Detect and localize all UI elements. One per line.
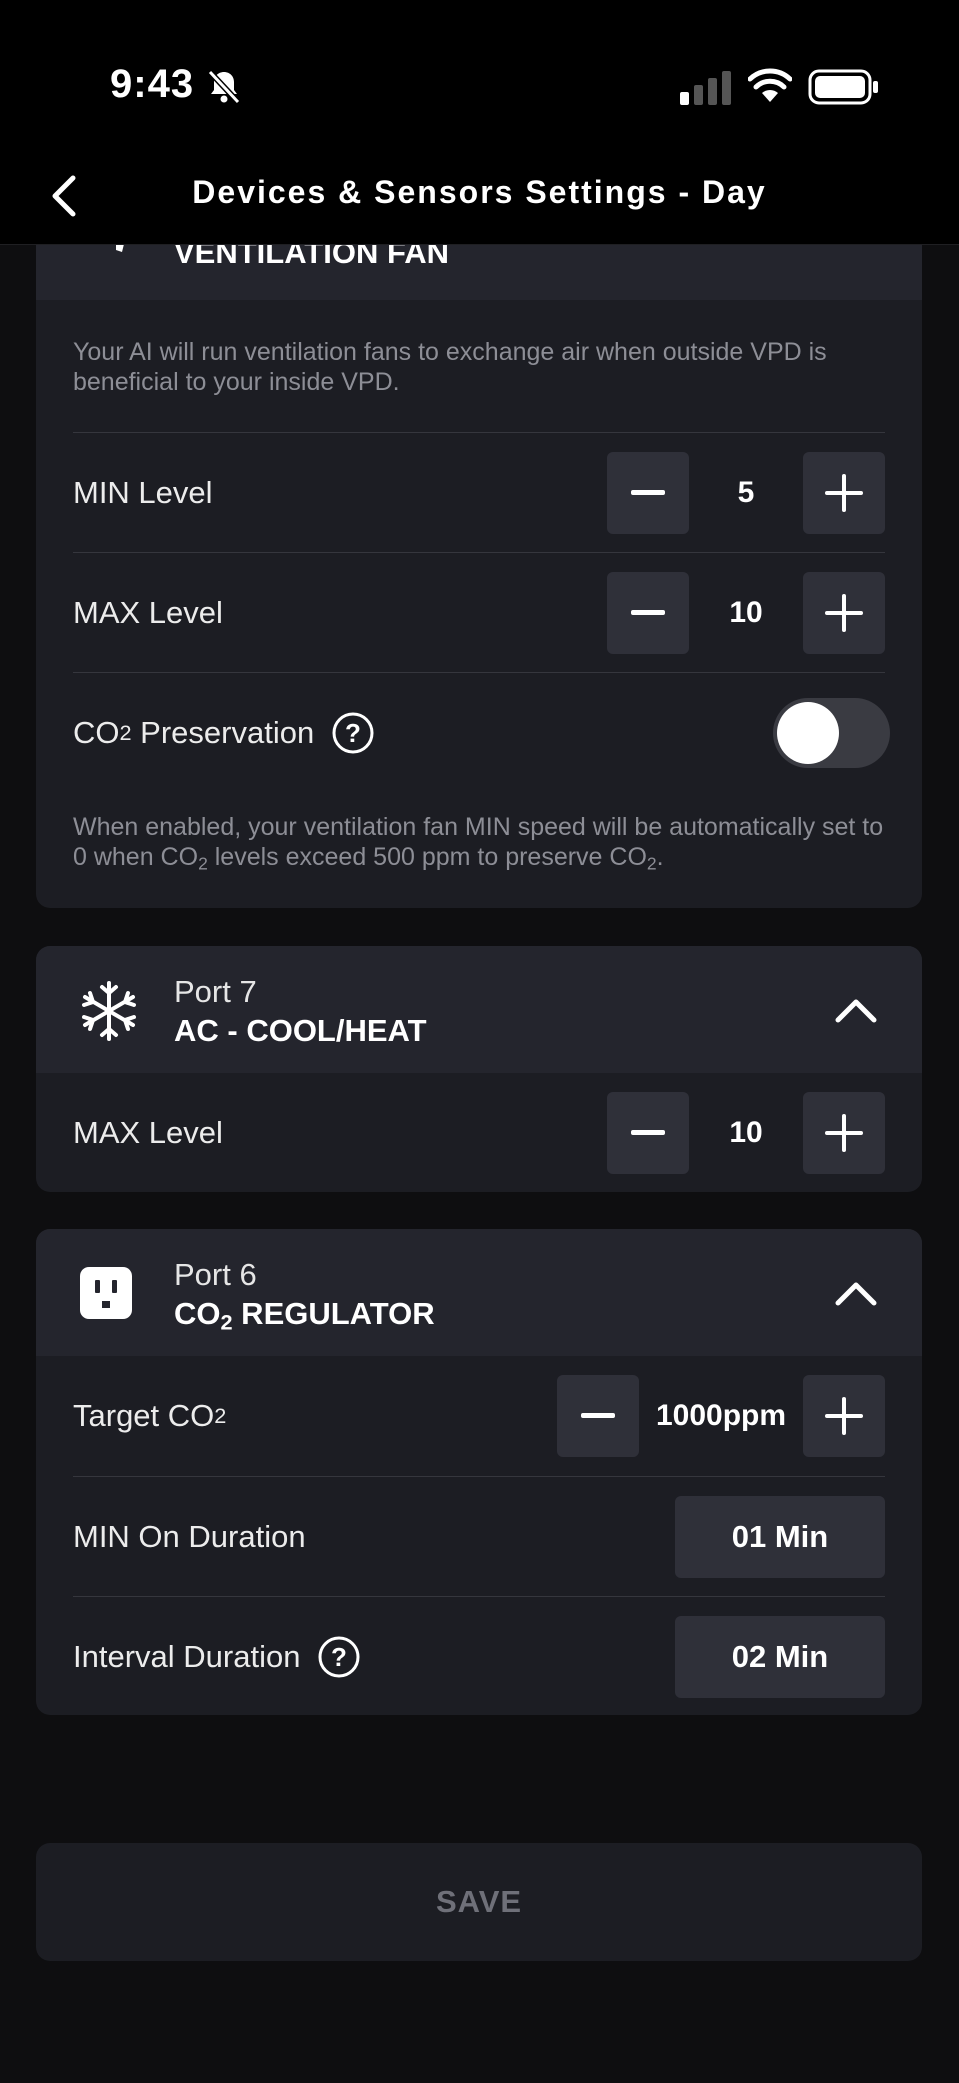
min-level-label: MIN Level: [73, 475, 213, 510]
min-on-duration-label: MIN On Duration: [73, 1519, 306, 1554]
co2-preservation-label: CO 2 Preservation ?: [73, 673, 374, 793]
co2-card-name: CO2 REGULATOR: [174, 1296, 435, 1335]
co2-note-part2: levels exceed 500 ppm to preserve CO: [207, 843, 647, 871]
min-level-row: MIN Level 5: [73, 432, 885, 552]
interval-duration-label: Interval Duration ?: [73, 1597, 360, 1715]
cellular-signal-icon: [680, 71, 731, 105]
co2-card-header[interactable]: Port 6 CO2 REGULATOR: [36, 1229, 922, 1356]
target-co2-increment-button[interactable]: [803, 1375, 885, 1457]
min-on-duration-picker[interactable]: 01 Min: [675, 1496, 885, 1578]
ac-max-level-row: MAX Level 10: [73, 1073, 885, 1192]
co2-card-name-sub: 2: [220, 1309, 233, 1335]
max-level-decrement-button[interactable]: [607, 572, 689, 654]
wifi-icon: [748, 68, 792, 102]
ac-card: Port 7 AC - COOL/HEAT MAX Level 10: [36, 946, 922, 1192]
min-level-value: 5: [737, 476, 755, 509]
ac-max-level-label: MAX Level: [73, 1115, 223, 1150]
nav-header: Devices & Sensors Settings - Day: [0, 160, 959, 245]
toggle-knob: [777, 702, 839, 764]
co2-note-part3: .: [656, 843, 664, 871]
co2-preservation-label-suffix: Preservation: [131, 715, 315, 750]
co2-regulator-card: Port 6 CO2 REGULATOR Target CO 2 1000ppm …: [36, 1229, 922, 1715]
plus-icon: [825, 474, 863, 512]
interval-duration-label-text: Interval Duration: [73, 1639, 301, 1674]
status-bar: 9:43: [0, 0, 959, 160]
max-level-label: MAX Level: [73, 595, 223, 630]
chevron-up-icon[interactable]: [834, 996, 878, 1026]
max-level-row: MAX Level 10: [73, 552, 885, 672]
min-level-decrement-button[interactable]: [607, 452, 689, 534]
co2-preservation-row: CO 2 Preservation ?: [73, 672, 890, 793]
ac-port-label: Port 7: [174, 974, 257, 1009]
plus-icon: [825, 1397, 863, 1435]
outlet-icon: [80, 1267, 132, 1319]
interval-duration-row: Interval Duration ? 02 Min: [73, 1596, 885, 1715]
svg-text:?: ?: [332, 1642, 348, 1672]
target-co2-value: 1000ppm: [655, 1399, 787, 1432]
ventilation-description: Your AI will run ventilation fans to exc…: [73, 338, 827, 396]
co2-card-name-prefix: CO: [174, 1296, 221, 1331]
ac-max-level-increment-button[interactable]: [803, 1092, 885, 1174]
save-button[interactable]: SAVE: [36, 1843, 922, 1961]
max-level-value: 10: [729, 596, 763, 629]
min-on-duration-row: MIN On Duration 01 Min: [73, 1476, 885, 1596]
target-co2-label-text: Target CO: [73, 1398, 215, 1433]
target-co2-sub: 2: [214, 1403, 227, 1428]
snowflake-icon: [82, 981, 136, 1041]
co2-preservation-toggle[interactable]: [773, 698, 890, 768]
bell-slash-icon: [207, 69, 241, 105]
ac-max-level-value: 10: [729, 1116, 763, 1149]
ac-card-name: AC - COOL/HEAT: [174, 1013, 427, 1048]
plus-icon: [825, 1114, 863, 1152]
status-time: 9:43: [110, 62, 195, 106]
target-co2-row: Target CO 2 1000ppm: [73, 1356, 885, 1476]
co2-note-sub2: 2: [646, 853, 657, 874]
ventilation-fan-card: VENTILATION FAN Your AI will run ventila…: [36, 200, 922, 908]
svg-text:?: ?: [345, 718, 361, 748]
target-co2-label: Target CO 2: [73, 1356, 226, 1476]
target-co2-decrement-button[interactable]: [557, 1375, 639, 1457]
minus-icon: [581, 1413, 615, 1418]
minus-icon: [631, 1130, 665, 1135]
help-icon[interactable]: ?: [318, 1636, 360, 1678]
co2-note-sub1: 2: [198, 853, 208, 874]
co2-port-label: Port 6: [174, 1257, 257, 1292]
ac-card-header[interactable]: Port 7 AC - COOL/HEAT: [36, 946, 922, 1073]
minus-icon: [631, 490, 665, 495]
plus-icon: [825, 594, 863, 632]
interval-duration-picker[interactable]: 02 Min: [675, 1616, 885, 1698]
co2-card-name-suffix: REGULATOR: [232, 1296, 435, 1331]
co2-preservation-note: When enabled, your ventilation fan MIN s…: [73, 812, 885, 878]
page-title: Devices & Sensors Settings - Day: [192, 174, 767, 210]
battery-icon: [808, 69, 878, 105]
max-level-increment-button[interactable]: [803, 572, 885, 654]
min-level-increment-button[interactable]: [803, 452, 885, 534]
co2-preservation-label-text: CO: [73, 715, 120, 750]
chevron-up-icon[interactable]: [834, 1279, 878, 1309]
ac-max-level-decrement-button[interactable]: [607, 1092, 689, 1174]
co2-subscript: 2: [119, 720, 132, 745]
minus-icon: [631, 610, 665, 615]
help-icon[interactable]: ?: [332, 712, 374, 754]
